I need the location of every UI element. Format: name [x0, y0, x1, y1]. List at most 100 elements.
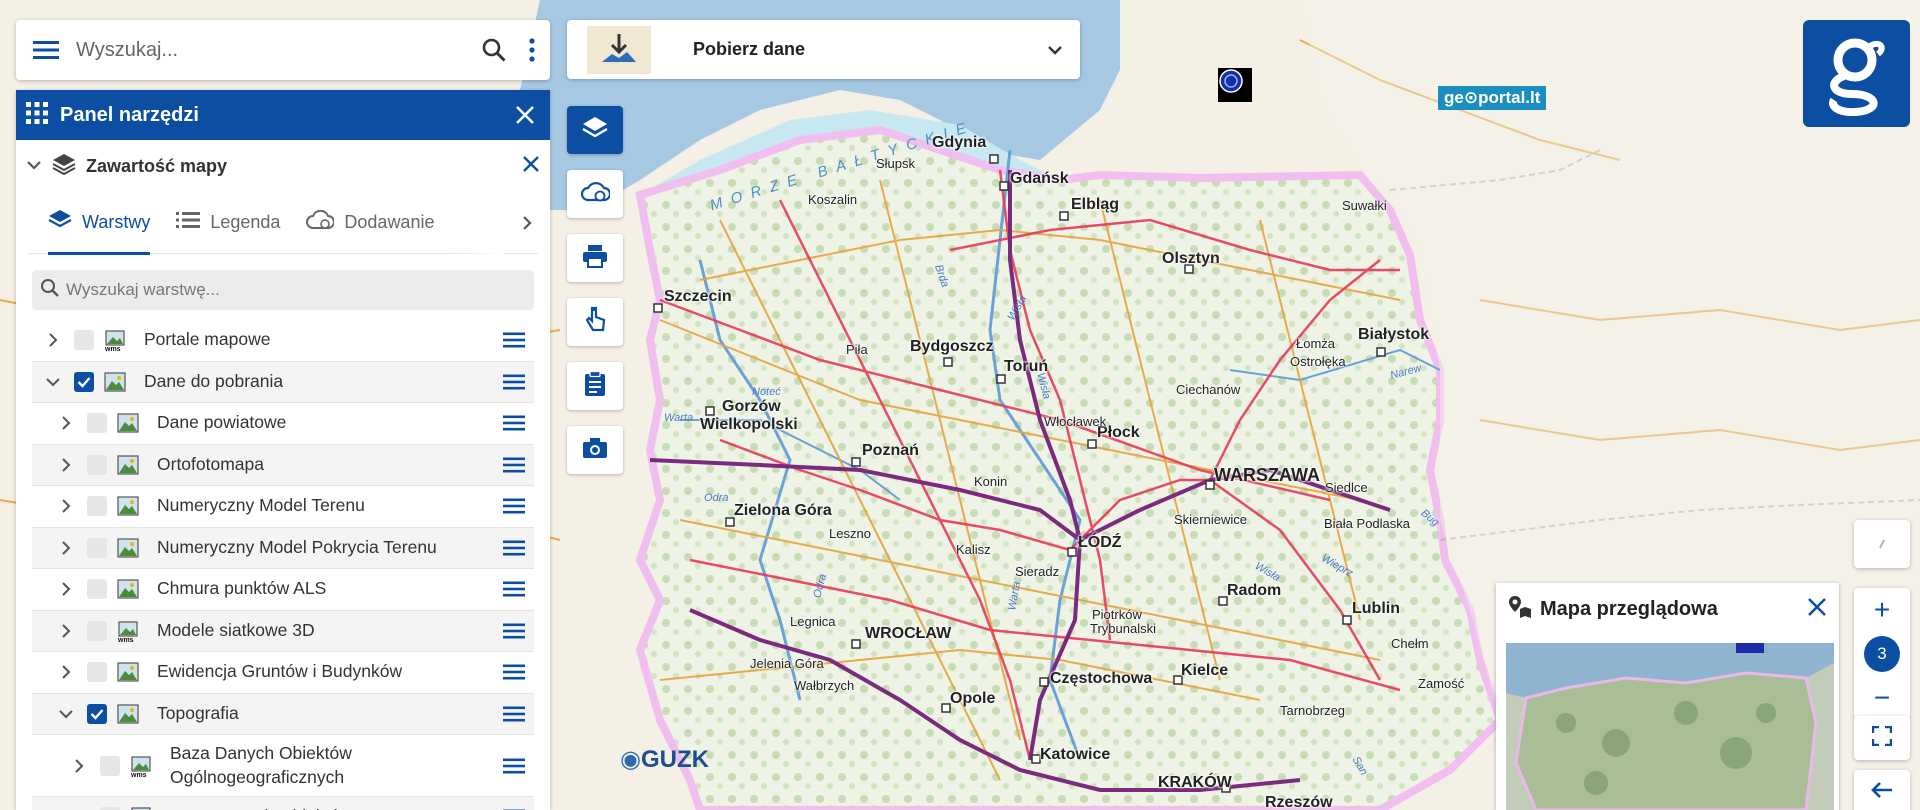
overview-map-panel: Mapa przeglądowa	[1496, 583, 1839, 810]
cloud-add-icon	[306, 209, 336, 235]
layer-menu-icon[interactable]	[494, 498, 534, 514]
layer-checkbox[interactable]	[87, 579, 107, 600]
search-icon[interactable]	[474, 20, 514, 80]
chevron-right-icon[interactable]	[64, 758, 94, 774]
layer-checkbox[interactable]	[87, 620, 107, 641]
section-close-icon[interactable]	[522, 155, 540, 178]
city-label: ŁÓDŹ	[1078, 534, 1122, 551]
image-icon	[117, 538, 139, 558]
city-label: Rzeszów	[1265, 794, 1333, 810]
layer-row[interactable]: wms Portale mapowe	[32, 320, 534, 362]
download-dropdown[interactable]: Pobierz dane	[567, 20, 1080, 79]
city-label: Piła	[846, 342, 868, 357]
layers-button[interactable]	[567, 106, 623, 154]
layer-checkbox[interactable]	[87, 413, 107, 434]
clipboard-button[interactable]	[567, 362, 623, 410]
apps-grid-icon	[26, 101, 48, 129]
layer-menu-icon[interactable]	[494, 706, 534, 722]
geoportal-lt-logo[interactable]: ge⊙portal.lt	[1438, 86, 1547, 110]
city-label: Piotrków	[1092, 607, 1142, 622]
chevron-right-icon[interactable]	[51, 415, 81, 431]
layer-checkbox[interactable]	[100, 755, 120, 776]
layer-menu-icon[interactable]	[494, 623, 534, 639]
overview-map-icon	[1508, 595, 1532, 624]
layer-menu-icon[interactable]	[494, 457, 534, 473]
panel-close-icon[interactable]	[510, 100, 540, 130]
layer-checkbox[interactable]	[87, 454, 107, 475]
layer-row[interactable]: Ewidencja Gruntów i Budynków	[32, 652, 534, 694]
more-options-icon[interactable]	[514, 20, 550, 80]
layer-menu-icon[interactable]	[494, 581, 534, 597]
layer-menu-icon[interactable]	[494, 540, 534, 556]
tab-label: Legenda	[210, 212, 281, 232]
chevron-right-icon[interactable]	[51, 498, 81, 514]
tab-legend[interactable]: Legenda	[176, 192, 280, 254]
svg-text:wms: wms	[104, 346, 121, 352]
image-icon	[117, 455, 139, 475]
panel-header: Panel narzędzi	[16, 90, 550, 140]
layer-checkbox[interactable]	[87, 662, 107, 683]
layer-menu-icon[interactable]	[494, 332, 534, 348]
tabs-scroll-right-icon[interactable]	[522, 192, 532, 254]
layer-name: Modele siatkowe 3D	[157, 619, 315, 640]
layer-menu-icon[interactable]	[494, 758, 534, 774]
tab-layers[interactable]: Warstwy	[48, 192, 151, 255]
city-label: WROCŁAW	[865, 625, 952, 642]
layers-stack-icon	[52, 153, 76, 180]
chevron-right-icon[interactable]	[51, 540, 81, 556]
add-data-button[interactable]	[567, 170, 623, 218]
screenshot-button[interactable]	[567, 426, 623, 474]
layer-row[interactable]: Dane do pobrania	[32, 361, 534, 403]
layer-menu-icon[interactable]	[494, 374, 534, 390]
chevron-down-icon[interactable]	[26, 157, 42, 175]
chevron-right-icon[interactable]	[51, 457, 81, 473]
geoportal-logo[interactable]	[1803, 20, 1910, 127]
zoom-in-button[interactable]: +	[1854, 588, 1910, 632]
layer-checkbox[interactable]	[87, 703, 107, 724]
overview-close-icon[interactable]	[1807, 597, 1827, 622]
layer-row[interactable]: wms Baza Danych Obiektów Ogólnogeograficz…	[32, 735, 534, 797]
layer-row[interactable]: wmsBaza Danych Obiektów	[32, 797, 534, 810]
arrow-left-icon	[1871, 781, 1893, 804]
chevron-right-icon[interactable]	[51, 581, 81, 597]
lithuania-emblem-icon[interactable]	[1218, 68, 1252, 102]
layer-checkbox[interactable]	[87, 537, 107, 558]
search-input[interactable]	[76, 38, 474, 62]
layer-row[interactable]: Numeryczny Model Terenu	[32, 486, 534, 528]
chevron-right-icon[interactable]	[38, 332, 68, 348]
layer-row[interactable]: Dane powiatowe	[32, 403, 534, 445]
identify-button[interactable]	[567, 298, 623, 346]
map-content-header[interactable]: Zawartość mapy	[16, 140, 550, 192]
layer-row[interactable]: Topografia	[32, 693, 534, 735]
chevron-down-icon[interactable]	[51, 709, 81, 719]
chevron-down-icon[interactable]	[1030, 45, 1080, 55]
layer-row[interactable]: Numeryczny Model Pokrycia Terenu	[32, 527, 534, 569]
layer-name: Numeryczny Model Terenu	[157, 495, 365, 516]
layer-search-input[interactable]	[66, 280, 526, 300]
city-label: Katowice	[1040, 746, 1111, 763]
chevron-right-icon[interactable]	[51, 623, 81, 639]
layer-menu-icon[interactable]	[494, 664, 534, 680]
city-label: Opole	[950, 690, 996, 707]
print-button[interactable]	[567, 234, 623, 282]
layer-menu-icon[interactable]	[494, 415, 534, 431]
chevron-right-icon[interactable]	[51, 664, 81, 680]
layer-checkbox[interactable]	[74, 371, 94, 392]
compass-button[interactable]	[1854, 520, 1910, 568]
layer-checkbox[interactable]	[87, 496, 107, 517]
overview-minimap[interactable]	[1506, 643, 1834, 810]
layer-name: Ewidencja Gruntów i Budynków	[157, 661, 403, 682]
chevron-down-icon[interactable]	[38, 377, 68, 387]
city-label: Gdynia	[932, 134, 987, 151]
city-label: Ostrołęka	[1290, 354, 1346, 369]
layer-row[interactable]: Ortofotomapa	[32, 444, 534, 486]
back-button[interactable]	[1854, 770, 1910, 810]
layer-row[interactable]: Chmura punktów ALS	[32, 569, 534, 611]
tab-add[interactable]: Dodawanie	[306, 192, 434, 254]
fullscreen-button[interactable]	[1854, 716, 1910, 760]
menu-icon[interactable]	[16, 20, 76, 80]
layer-row[interactable]: wms Modele siatkowe 3D	[32, 610, 534, 652]
zoom-out-button[interactable]: −	[1854, 676, 1910, 720]
layer-checkbox[interactable]	[74, 330, 94, 351]
city-label: Siedlce	[1325, 480, 1368, 495]
